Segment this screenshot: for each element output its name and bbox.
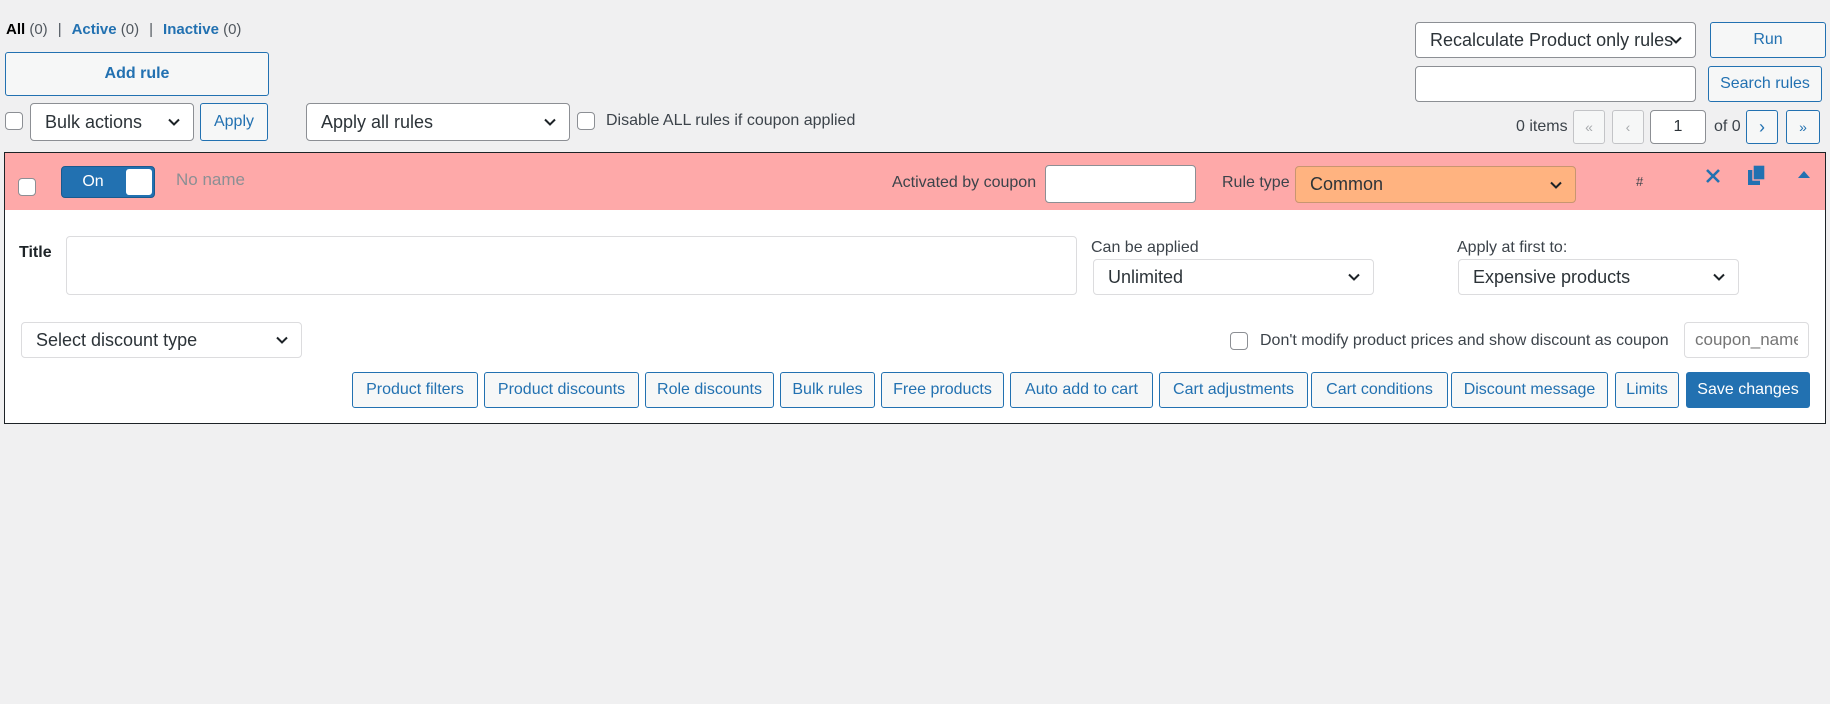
next-page-button[interactable]: ›: [1746, 110, 1778, 144]
recalculate-select[interactable]: Recalculate Product only rules: [1415, 22, 1696, 58]
first-page-button[interactable]: «: [1573, 110, 1605, 144]
prev-page-button[interactable]: ‹: [1612, 110, 1644, 144]
discount-type-value: Select discount type: [36, 329, 198, 350]
auto-add-to-cart-button[interactable]: Auto add to cart: [1010, 372, 1153, 408]
chevron-down-icon: [544, 118, 556, 126]
apply-first-value: Expensive products: [1473, 266, 1631, 287]
toggle-knob: [126, 169, 152, 195]
add-rule-button[interactable]: Add rule: [5, 52, 269, 96]
apply-first-select[interactable]: Expensive products: [1458, 259, 1739, 295]
rule-type-select[interactable]: Common: [1295, 166, 1576, 203]
rule-type-value: Common: [1310, 174, 1384, 194]
toggle-label: On: [82, 173, 104, 190]
cart-adjustments-button[interactable]: Cart adjustments: [1159, 372, 1308, 408]
free-products-button[interactable]: Free products: [881, 372, 1004, 408]
search-rules-button[interactable]: Search rules: [1708, 66, 1822, 102]
coupon-label: Activated by coupon: [892, 174, 1037, 191]
rule-type-label: Rule type: [1222, 174, 1290, 191]
filter-active[interactable]: Active (0): [72, 21, 140, 38]
rule-name[interactable]: No name: [176, 170, 245, 190]
coupon-input[interactable]: [1045, 165, 1196, 203]
apply-mode-value: Apply all rules: [321, 111, 434, 132]
search-input[interactable]: [1415, 66, 1696, 102]
status-filters: All (0) | Active (0) | Inactive (0): [6, 18, 241, 40]
current-page-input[interactable]: [1650, 110, 1706, 144]
can-be-applied-label: Can be applied: [1091, 239, 1199, 256]
filter-separator: |: [57, 20, 62, 38]
bulk-actions-value: Bulk actions: [45, 111, 143, 132]
chevron-down-icon: [1670, 36, 1682, 44]
filter-inactive[interactable]: Inactive (0): [163, 21, 241, 38]
chevron-down-icon: [276, 336, 288, 344]
title-input[interactable]: [66, 236, 1077, 295]
coupon-name-input[interactable]: [1684, 322, 1809, 358]
apply-button[interactable]: Apply: [200, 103, 268, 141]
caret-up-icon[interactable]: [1794, 164, 1814, 184]
last-page-button[interactable]: »: [1786, 110, 1820, 144]
chevron-down-icon: [168, 118, 180, 126]
can-be-applied-value: Unlimited: [1108, 266, 1184, 287]
bulk-actions-select[interactable]: Bulk actions: [30, 103, 194, 141]
filter-separator: |: [149, 20, 154, 38]
total-pages: of 0: [1714, 118, 1741, 135]
rule-number: #: [1636, 174, 1644, 189]
rule-enable-toggle[interactable]: On: [61, 166, 155, 198]
save-changes-button[interactable]: Save changes: [1686, 372, 1810, 408]
cart-conditions-button[interactable]: Cart conditions: [1311, 372, 1448, 408]
disable-coupon-label: Disable ALL rules if coupon applied: [606, 112, 856, 129]
bulk-rules-button[interactable]: Bulk rules: [780, 372, 875, 408]
apply-mode-select[interactable]: Apply all rules: [306, 103, 570, 141]
chevron-down-icon: [1550, 181, 1562, 189]
role-discounts-button[interactable]: Role discounts: [645, 372, 774, 408]
disable-coupon-checkbox[interactable]: [577, 112, 595, 130]
run-button[interactable]: Run: [1710, 22, 1826, 58]
chevron-down-icon: [1348, 273, 1360, 281]
product-filters-button[interactable]: Product filters: [352, 372, 478, 408]
title-label: Title: [19, 244, 52, 261]
discount-message-button[interactable]: Discount message: [1451, 372, 1608, 408]
chevron-down-icon: [1713, 273, 1725, 281]
discount-type-select[interactable]: Select discount type: [21, 322, 302, 358]
product-discounts-button[interactable]: Product discounts: [484, 372, 639, 408]
filter-all[interactable]: All (0): [6, 21, 48, 38]
copy-icon[interactable]: [1744, 162, 1770, 188]
dont-modify-checkbox[interactable]: [1230, 332, 1248, 350]
items-count: 0 items: [1516, 118, 1568, 135]
select-all-checkbox[interactable]: [5, 112, 23, 130]
can-be-applied-select[interactable]: Unlimited: [1093, 259, 1374, 295]
dont-modify-label: Don't modify product prices and show dis…: [1260, 332, 1669, 349]
close-icon[interactable]: [1701, 164, 1725, 188]
apply-first-label: Apply at first to:: [1457, 239, 1568, 256]
limits-button[interactable]: Limits: [1615, 372, 1679, 408]
recalculate-value: Recalculate Product only rules: [1430, 29, 1674, 50]
rule-select-checkbox[interactable]: [18, 178, 36, 196]
